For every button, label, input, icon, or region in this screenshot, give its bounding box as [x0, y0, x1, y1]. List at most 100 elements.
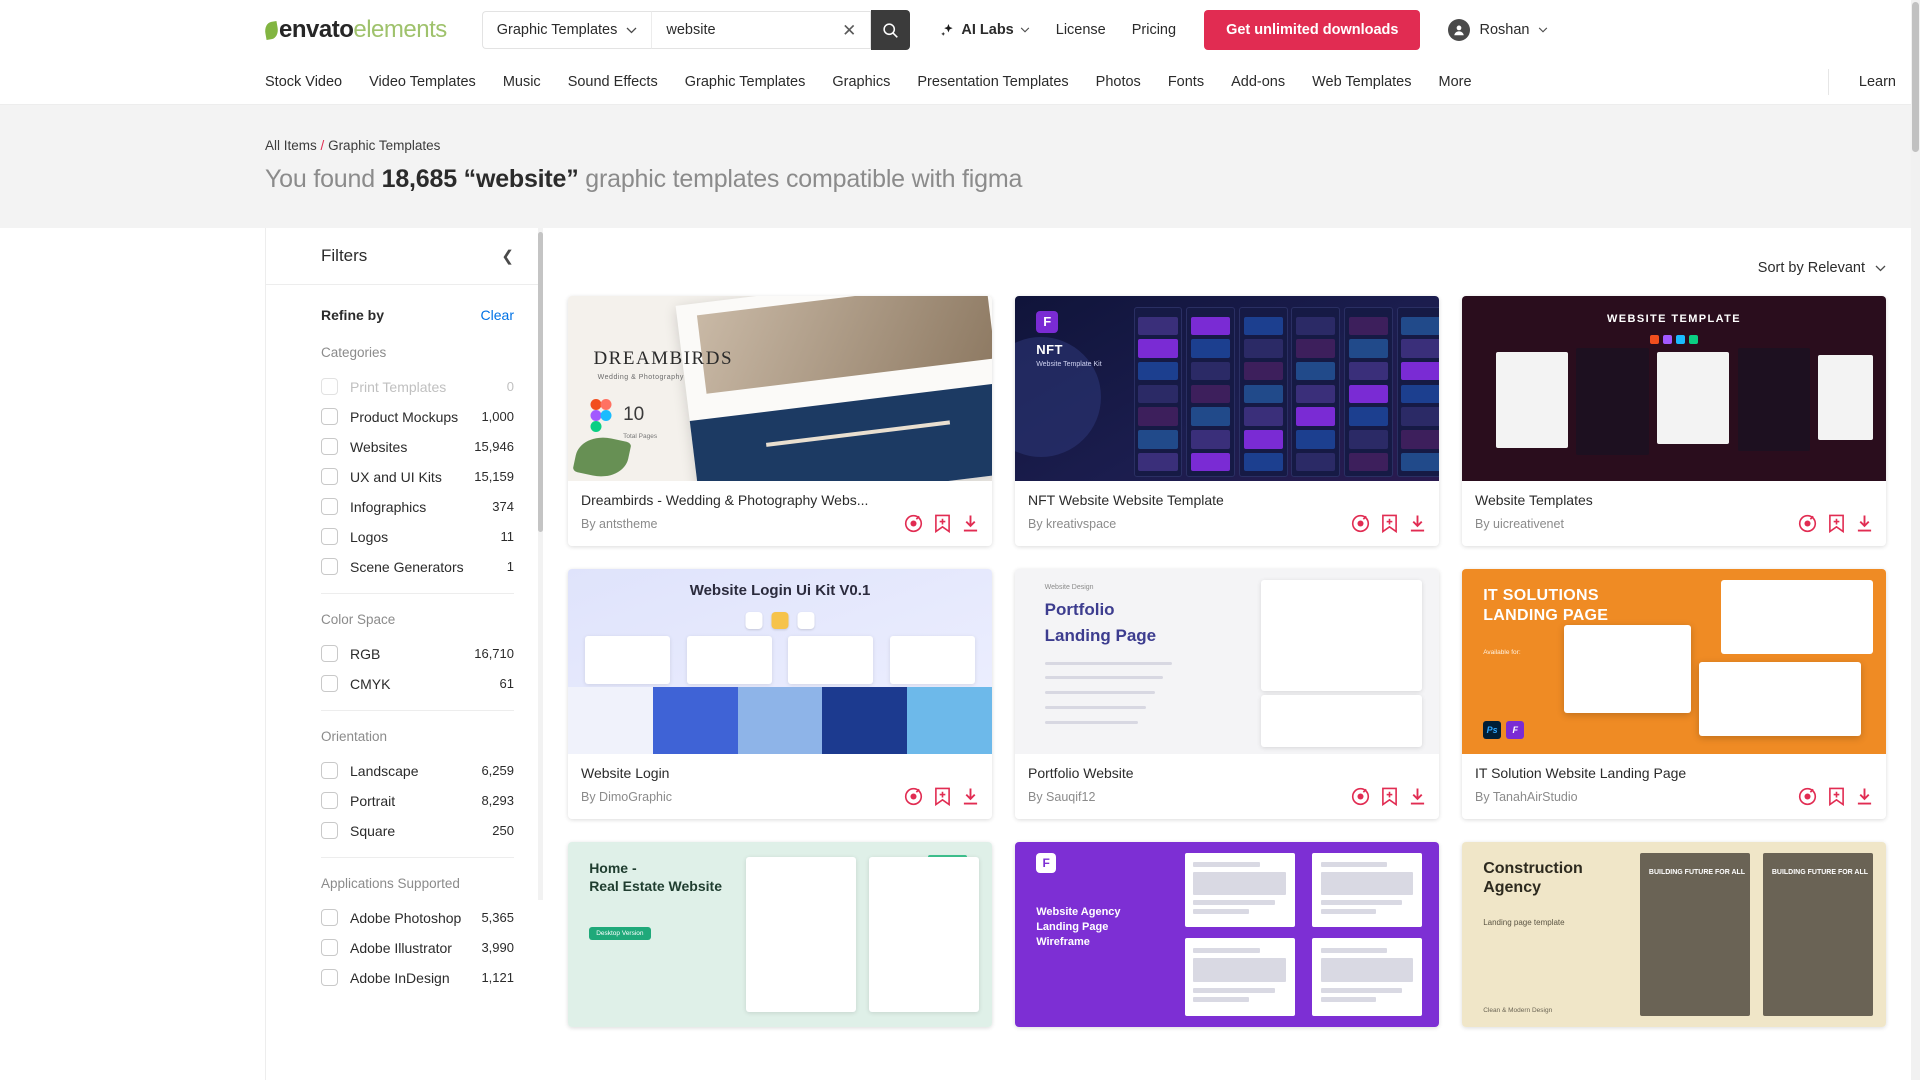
search-input[interactable] [666, 22, 839, 38]
checkbox[interactable] [321, 378, 338, 395]
filter-row-rgb[interactable]: RGB 16,710 [321, 639, 514, 668]
download-icon[interactable] [1856, 787, 1873, 806]
result-card[interactable]: Website Login Ui Kit V0.1 Website Login By… [568, 569, 992, 819]
try-in-app-icon[interactable] [904, 787, 923, 806]
download-icon[interactable] [962, 787, 979, 806]
search-category-select[interactable]: Graphic Templates [481, 11, 652, 49]
card-thumbnail[interactable]: Website Design Portfolio Landing Page [1015, 569, 1439, 754]
catnav-item-graphics[interactable]: Graphics [832, 74, 890, 90]
card-title[interactable]: IT Solution Website Landing Page [1475, 765, 1873, 781]
clear-icon[interactable]: ✕ [838, 22, 860, 39]
checkbox[interactable] [321, 822, 338, 839]
catnav-item-presentation-templates[interactable]: Presentation Templates [917, 74, 1068, 90]
try-in-app-icon[interactable] [904, 514, 923, 533]
catnav-item-fonts[interactable]: Fonts [1168, 74, 1204, 90]
filter-row-adobe-illustrator[interactable]: Adobe Illustrator 3,990 [321, 933, 514, 962]
card-title[interactable]: NFT Website Website Template [1028, 492, 1426, 508]
card-author[interactable]: By antstheme [581, 517, 657, 531]
catnav-item-web-templates[interactable]: Web Templates [1312, 74, 1411, 90]
filter-row-adobe-photoshop[interactable]: Adobe Photoshop 5,365 [321, 903, 514, 932]
nav-learn[interactable]: Learn [1859, 74, 1896, 90]
result-card[interactable]: Website AgencyLanding PageWireframe [1015, 842, 1439, 1027]
sidebar-scrollbar-thumb[interactable] [538, 232, 543, 532]
filter-row-portrait[interactable]: Portrait 8,293 [321, 786, 514, 815]
card-title[interactable]: Portfolio Website [1028, 765, 1426, 781]
checkbox[interactable] [321, 909, 338, 926]
catnav-item-photos[interactable]: Photos [1096, 74, 1141, 90]
filter-row-landscape[interactable]: Landscape 6,259 [321, 756, 514, 785]
download-icon[interactable] [1856, 514, 1873, 533]
checkbox[interactable] [321, 468, 338, 485]
card-author[interactable]: By kreativspace [1028, 517, 1116, 531]
checkbox[interactable] [321, 969, 338, 986]
filter-row-scene-generators[interactable]: Scene Generators 1 [321, 552, 514, 581]
card-title[interactable]: Dreambirds - Wedding & Photography Webs.… [581, 492, 979, 508]
page-scrollbar[interactable] [1911, 0, 1920, 1080]
catnav-item-add-ons[interactable]: Add-ons [1231, 74, 1285, 90]
try-in-app-icon[interactable] [1798, 514, 1817, 533]
bookmark-icon[interactable] [934, 514, 951, 533]
nav-ai-labs[interactable]: AI Labs [940, 22, 1030, 38]
nav-license[interactable]: License [1056, 22, 1106, 38]
card-title[interactable]: Website Templates [1475, 492, 1873, 508]
page-scrollbar-thumb[interactable] [1912, 2, 1919, 152]
card-thumbnail[interactable]: Construction Agency Landing page template C… [1462, 842, 1886, 1027]
breadcrumb-graphic-templates[interactable]: Graphic Templates [328, 138, 440, 153]
clear-filters-link[interactable]: Clear [481, 307, 514, 323]
card-thumbnail[interactable]: WEBSITE TEMPLATE [1462, 296, 1886, 481]
card-title[interactable]: Website Login [581, 765, 979, 781]
filter-row-infographics[interactable]: Infographics 374 [321, 492, 514, 521]
checkbox[interactable] [321, 645, 338, 662]
result-card[interactable]: NFT Website Template Kit NFT Website Websi… [1015, 296, 1439, 546]
checkbox[interactable] [321, 528, 338, 545]
result-card[interactable]: Construction Agency Landing page template C… [1462, 842, 1886, 1027]
catnav-item-video-templates[interactable]: Video Templates [369, 74, 476, 90]
card-author[interactable]: By TanahAirStudio [1475, 790, 1578, 804]
filter-row-adobe-indesign[interactable]: Adobe InDesign 1,121 [321, 963, 514, 992]
download-icon[interactable] [1409, 787, 1426, 806]
download-icon[interactable] [962, 514, 979, 533]
download-icon[interactable] [1409, 514, 1426, 533]
result-card[interactable]: DREAMBIRDS Wedding & Photography 10 Total P… [568, 296, 992, 546]
result-card[interactable]: Website Design Portfolio Landing Page Portf… [1015, 569, 1439, 819]
try-in-app-icon[interactable] [1351, 787, 1370, 806]
bookmark-icon[interactable] [1381, 514, 1398, 533]
catnav-item-sound-effects[interactable]: Sound Effects [568, 74, 658, 90]
try-in-app-icon[interactable] [1798, 787, 1817, 806]
result-card[interactable]: Home - Real Estate Website Desktop Versio… [568, 842, 992, 1027]
search-button[interactable] [871, 10, 911, 50]
result-card[interactable]: IT SOLUTIONS LANDING PAGE Available for: Ps… [1462, 569, 1886, 819]
bookmark-icon[interactable] [934, 787, 951, 806]
checkbox[interactable] [321, 762, 338, 779]
try-in-app-icon[interactable] [1351, 514, 1370, 533]
nav-pricing[interactable]: Pricing [1132, 22, 1176, 38]
checkbox[interactable] [321, 792, 338, 809]
checkbox[interactable] [321, 558, 338, 575]
bookmark-icon[interactable] [1381, 787, 1398, 806]
catnav-item-music[interactable]: Music [503, 74, 541, 90]
card-author[interactable]: By DimoGraphic [581, 790, 672, 804]
checkbox[interactable] [321, 939, 338, 956]
breadcrumb-all-items[interactable]: All Items [265, 138, 317, 153]
account-menu[interactable]: Roshan [1448, 19, 1548, 41]
checkbox[interactable] [321, 498, 338, 515]
catnav-item-graphic-templates[interactable]: Graphic Templates [685, 74, 806, 90]
card-author[interactable]: By Sauqif12 [1028, 790, 1095, 804]
card-thumbnail[interactable]: DREAMBIRDS Wedding & Photography 10 Total P… [568, 296, 992, 481]
card-author[interactable]: By uicreativenet [1475, 517, 1564, 531]
catnav-item-more[interactable]: More [1439, 74, 1472, 90]
sort-by-select[interactable]: Sort by Relevant [1758, 260, 1886, 276]
result-card[interactable]: WEBSITE TEMPLATE Website Templates By uicr… [1462, 296, 1886, 546]
bookmark-icon[interactable] [1828, 514, 1845, 533]
filter-row-cmyk[interactable]: CMYK 61 [321, 669, 514, 698]
checkbox[interactable] [321, 438, 338, 455]
card-thumbnail[interactable]: Website Login Ui Kit V0.1 [568, 569, 992, 754]
sidebar-scrollbar[interactable] [538, 228, 543, 900]
card-thumbnail[interactable]: Website AgencyLanding PageWireframe [1015, 842, 1439, 1027]
get-unlimited-downloads-button[interactable]: Get unlimited downloads [1204, 10, 1421, 50]
filter-row-logos[interactable]: Logos 11 [321, 522, 514, 551]
checkbox[interactable] [321, 408, 338, 425]
card-thumbnail[interactable]: IT SOLUTIONS LANDING PAGE Available for: Ps… [1462, 569, 1886, 754]
filter-row-websites[interactable]: Websites 15,946 [321, 432, 514, 461]
card-thumbnail[interactable]: Home - Real Estate Website Desktop Versio… [568, 842, 992, 1027]
